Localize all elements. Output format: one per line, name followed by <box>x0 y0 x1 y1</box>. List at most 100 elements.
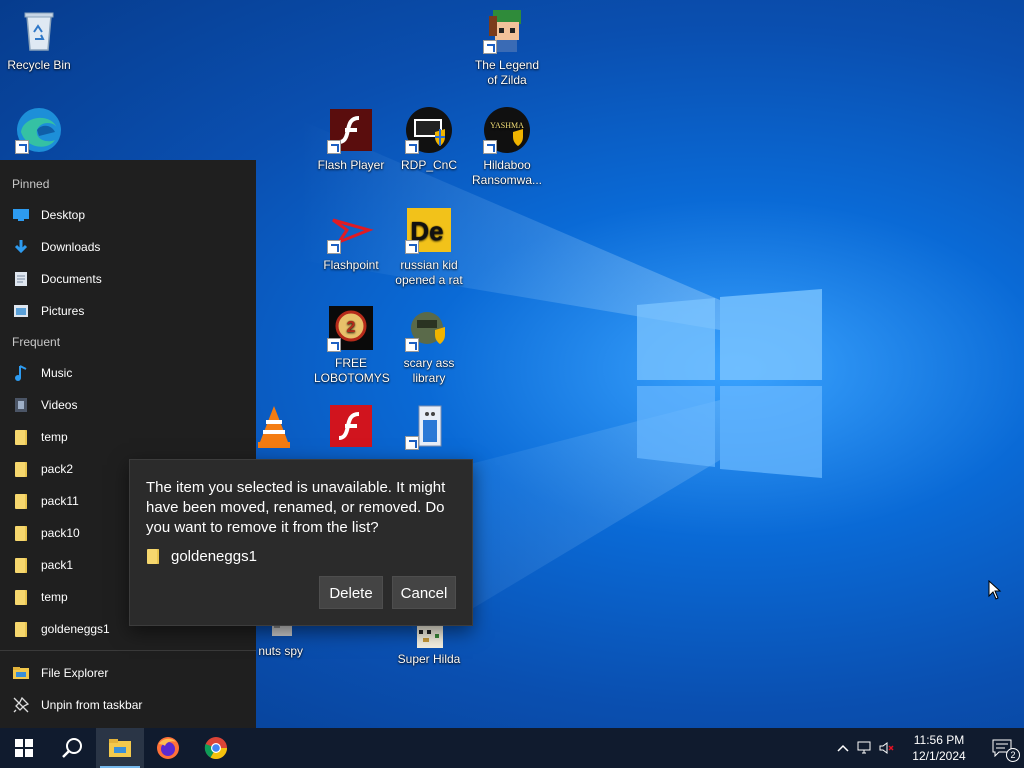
jump-item-label: Music <box>41 366 73 380</box>
dialog-item: goldeneggs1 <box>147 548 257 565</box>
jump-item-label: pack11 <box>41 494 79 508</box>
network-icon <box>857 741 871 754</box>
clock-time: 11:56 PM <box>913 733 965 747</box>
desktop-icon-hildaboo[interactable]: YASHMA Hildaboo Ransomwa... <box>470 106 544 188</box>
jump-item-label: Documents <box>41 272 102 286</box>
recycle-bin-icon <box>15 6 63 54</box>
system-tray: 11:56 PM 12/1/2024 2 <box>832 728 1024 768</box>
cancel-button[interactable]: Cancel <box>392 576 456 609</box>
hildaboo-icon: YASHMA <box>483 106 531 154</box>
windows-logo-wallpaper <box>637 289 822 478</box>
rdp-icon <box>405 106 453 154</box>
icon-label: Flashpoint <box>323 258 379 272</box>
shortcut-arrow-icon <box>15 140 29 154</box>
folder-icon <box>12 524 30 542</box>
svg-text:2: 2 <box>347 319 356 336</box>
delete-button[interactable]: Delete <box>319 576 383 609</box>
chrome-icon <box>204 737 227 759</box>
start-button[interactable] <box>0 728 48 768</box>
icon-label: FREE LOBOTOMYS <box>314 356 390 385</box>
desktop-icon-russian-kid[interactable]: De russian kid opened a rat <box>392 206 466 288</box>
music-icon <box>12 364 30 382</box>
jump-item-pictures[interactable]: Pictures <box>0 295 256 327</box>
clock-date: 12/1/2024 <box>912 749 966 763</box>
documents-icon <box>12 270 30 288</box>
jump-item-desktop[interactable]: Desktop <box>0 199 256 231</box>
desktop-icon-super-hilda[interactable]: Super Hilda <box>392 624 466 667</box>
jump-item-label: pack10 <box>41 526 80 540</box>
jump-item-label: Pictures <box>41 304 85 318</box>
shortcut-arrow-icon <box>405 338 419 352</box>
dialog-message: The item you selected is unavailable. It… <box>146 479 446 536</box>
shortcut-arrow-icon <box>327 338 341 352</box>
network-button[interactable] <box>854 728 876 768</box>
jump-item-label: goldeneggs1 <box>41 622 110 636</box>
unpin-icon <box>12 696 30 714</box>
jump-item-label: pack1 <box>41 558 74 572</box>
jump-item-music[interactable]: Music <box>0 357 256 389</box>
clock[interactable]: 11:56 PM 12/1/2024 <box>898 732 980 764</box>
svg-text:YASHMA: YASHMA <box>490 121 524 130</box>
icon-label: russian kid opened a rat <box>395 258 463 287</box>
icon-label: Super Hilda <box>397 652 461 666</box>
shortcut-arrow-icon <box>483 140 497 154</box>
jump-item-label: Unpin from taskbar <box>41 698 143 712</box>
pinned-header: Pinned <box>12 177 50 191</box>
icon-label: scary ass library <box>403 356 455 385</box>
jump-list-divider <box>0 650 256 651</box>
jump-item-label: Desktop <box>41 208 86 222</box>
icon-label: Flash Player <box>317 158 385 172</box>
desktop-icon-flashpoint[interactable]: Flashpoint <box>314 206 388 273</box>
jump-item-label: File Explorer <box>41 666 109 680</box>
item-unavailable-dialog: The item you selected is unavailable. It… <box>129 459 473 626</box>
jump-item-temp[interactable]: temp <box>0 421 256 453</box>
desktop-icon-flash-2[interactable] <box>314 402 388 454</box>
jump-item-downloads[interactable]: Downloads <box>0 231 256 263</box>
folder-icon <box>12 588 30 606</box>
desktop-icon-lobotomys[interactable]: 2 FREE LOBOTOMYS <box>314 304 390 386</box>
desktop-icon-flash-player[interactable]: Flash Player <box>314 106 388 173</box>
desktop-icon-app3[interactable] <box>392 402 466 454</box>
action-center-button[interactable]: 2 <box>980 728 1024 768</box>
taskbar-chrome[interactable] <box>192 728 240 768</box>
mouse-cursor-icon <box>988 580 1002 600</box>
icon-label: Hildaboo Ransomwa... <box>471 158 543 187</box>
lobotomys-icon: 2 <box>327 304 375 352</box>
show-hidden-icons-button[interactable] <box>832 728 854 768</box>
desktop-icon-edge[interactable] <box>2 106 76 158</box>
windows-start-icon <box>15 739 33 757</box>
taskbar-file-explorer[interactable] <box>96 728 144 768</box>
search-button[interactable] <box>48 728 96 768</box>
volume-muted-icon <box>879 742 894 754</box>
flash-icon <box>327 402 375 450</box>
icon-label: Recycle Bin <box>7 58 71 72</box>
taskbar: 11:56 PM 12/1/2024 2 <box>0 728 1024 768</box>
folder-icon <box>147 549 159 564</box>
jump-item-file-explorer[interactable]: File Explorer <box>0 657 256 689</box>
jump-item-documents[interactable]: Documents <box>0 263 256 295</box>
shortcut-arrow-icon <box>327 240 341 254</box>
folder-icon <box>12 620 30 638</box>
desktop-icon-scary-library[interactable]: scary ass library <box>392 304 466 386</box>
jump-item-unpin[interactable]: Unpin from taskbar <box>0 689 256 721</box>
desktop-icon <box>12 206 30 224</box>
shortcut-arrow-icon <box>405 140 419 154</box>
folder-icon <box>12 556 30 574</box>
download-icon <box>12 238 30 256</box>
desktop-icon-rdp-cnc[interactable]: RDP_CnC <box>392 106 466 173</box>
desktop-icon-recycle-bin[interactable]: Recycle Bin <box>2 6 76 73</box>
jump-item-videos[interactable]: Videos <box>0 389 256 421</box>
flashpoint-icon <box>327 206 375 254</box>
folder-icon <box>12 460 30 478</box>
jump-item-label: pack2 <box>41 462 74 476</box>
search-icon <box>62 738 82 758</box>
desktop-icon-zilda[interactable]: The Legend of Zilda <box>470 6 544 88</box>
notification-count-badge: 2 <box>1006 748 1020 762</box>
shortcut-arrow-icon <box>483 40 497 54</box>
volume-button[interactable] <box>876 728 898 768</box>
app-installer-icon <box>405 402 453 450</box>
edge-icon <box>15 106 63 154</box>
file-explorer-icon <box>109 739 131 757</box>
folder-icon <box>12 492 30 510</box>
taskbar-firefox[interactable] <box>144 728 192 768</box>
